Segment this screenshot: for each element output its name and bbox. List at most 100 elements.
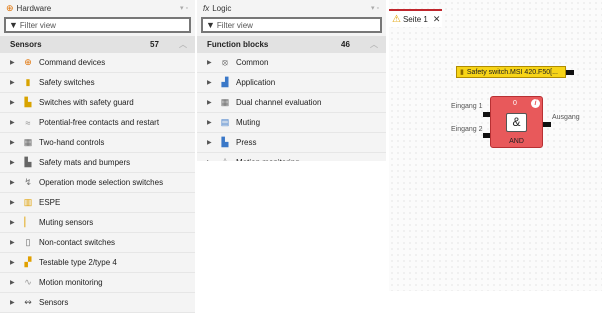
expand-icon[interactable]: ▶: [10, 139, 22, 146]
expand-icon[interactable]: ▶: [207, 119, 219, 126]
item-label: Sensors: [39, 298, 69, 307]
mode-switch-icon: ↯: [24, 177, 32, 187]
hardware-filter-placeholder[interactable]: Filter view: [20, 21, 56, 30]
item-label: Common: [236, 58, 269, 67]
item-label: Potential-free contacts and restart: [39, 118, 160, 127]
close-icon[interactable]: ✕: [433, 14, 441, 25]
expand-icon[interactable]: ▶: [207, 79, 219, 86]
expand-icon[interactable]: ▶: [207, 59, 219, 66]
item-label: Muting: [236, 118, 261, 127]
list-item[interactable]: ▶ ▙ Safety mats and bumpers: [0, 153, 195, 173]
press-icon: ▙: [221, 137, 229, 147]
item-label: Dual channel evaluation: [236, 98, 322, 107]
output-label: Ausgang: [552, 114, 580, 121]
espe-icon: ▥: [23, 197, 33, 207]
list-item[interactable]: ▶ ▤ Muting: [197, 113, 386, 133]
hardware-icon: ⊕: [6, 3, 14, 13]
expand-icon[interactable]: ▶: [207, 139, 219, 146]
list-item[interactable]: ▶ ≈ Potential-free contacts and restart: [0, 113, 195, 133]
item-label: Safety switches: [39, 78, 95, 87]
expand-icon[interactable]: ▶: [10, 239, 22, 246]
item-label: Non-contact switches: [39, 238, 116, 247]
list-item[interactable]: ▶ ▙ Switches with safety guard: [0, 93, 195, 113]
safety-switch-label: Safety switch.MSI 420.F50[...: [466, 68, 558, 76]
tab-seite-1[interactable]: ⚠ Seite 1 ✕: [389, 9, 442, 27]
chevron-up-icon[interactable]: ︿: [179, 39, 187, 50]
logic-title: Logic: [212, 4, 232, 13]
item-label: Two-hand controls: [39, 138, 105, 147]
list-item[interactable]: ▶ ▯ Non-contact switches: [0, 233, 195, 253]
item-label: ESPE: [39, 198, 61, 207]
logic-filter-placeholder[interactable]: Filter view: [217, 21, 253, 30]
expand-icon[interactable]: ▶: [10, 299, 22, 306]
pin-icon[interactable]: ▾ ▫: [371, 4, 379, 12]
pin-icon[interactable]: ▾ ▫: [180, 4, 188, 12]
non-contact-icon: ▯: [25, 237, 31, 247]
sensor-icon: ↭: [24, 297, 32, 307]
expand-icon[interactable]: ▶: [10, 219, 22, 226]
category-label: Function blocks: [207, 40, 269, 49]
hardware-list: ▶ ⊕ Command devices ▶ ▮ Safety switches ▶ ▙ Sw…: [0, 53, 195, 313]
motion-icon: ∿: [24, 277, 32, 287]
item-label: Application: [236, 78, 276, 87]
logic-list: ▶ ⦻ Common ▶ ▟ Application ▶ ▦ Dual channel ev…: [197, 53, 386, 173]
input-2-label: Eingang 2: [451, 126, 483, 133]
function-icon: fx: [203, 4, 210, 13]
expand-icon[interactable]: ▶: [10, 119, 22, 126]
category-label: Sensors: [10, 40, 42, 49]
command-device-icon: ⊕: [24, 57, 32, 67]
list-item[interactable]: ▶ ▮ Safety switches: [0, 73, 195, 93]
and-symbol: &: [506, 113, 527, 132]
expand-icon[interactable]: ▶: [10, 79, 22, 86]
category-function-blocks[interactable]: Function blocks 46 ︿: [197, 36, 386, 53]
item-label: Command devices: [39, 58, 106, 67]
warning-icon: ⚠: [392, 13, 401, 25]
list-item[interactable]: ▶ ▦ Dual channel evaluation: [197, 93, 386, 113]
list-item[interactable]: ▶ ▦ Two-hand controls: [0, 133, 195, 153]
expand-icon[interactable]: ▶: [207, 99, 219, 106]
safety-switch-icon: ▮: [25, 77, 31, 87]
category-sensors[interactable]: Sensors 57 ︿: [0, 36, 195, 53]
safety-switch-element[interactable]: ▮ Safety switch.MSI 420.F50[...: [456, 66, 574, 78]
item-label: Motion monitoring: [39, 278, 103, 287]
expand-icon[interactable]: ▶: [10, 159, 22, 166]
expand-icon[interactable]: ▶: [10, 59, 22, 66]
expand-icon[interactable]: ▶: [10, 179, 22, 186]
input-1-label: Eingang 1: [451, 103, 483, 110]
expand-icon[interactable]: ▶: [10, 259, 22, 266]
list-item[interactable]: ▶ ▥ ESPE: [0, 193, 195, 213]
output-connector[interactable]: [543, 122, 551, 127]
hardware-filter[interactable]: ▼ Filter view: [4, 17, 191, 33]
list-item[interactable]: ▶ ↯ Operation mode selection switches: [0, 173, 195, 193]
list-item[interactable]: ▶ ▞ Testable type 2/type 4: [0, 253, 195, 273]
list-item[interactable]: ▶ ▟ Application: [197, 73, 386, 93]
item-label: Operation mode selection switches: [39, 178, 164, 187]
output-connector[interactable]: [566, 70, 574, 75]
safety-switch-icon: ▮: [460, 69, 464, 76]
list-item[interactable]: ▶ ▙ Press: [197, 133, 386, 153]
hardware-panel: ⊕ Hardware ▾ ▫ ▼ Filter view Sensors 57 …: [0, 0, 195, 313]
item-label: Switches with safety guard: [39, 98, 134, 107]
and-block[interactable]: 0 i & AND: [490, 96, 543, 148]
muting-icon: ▤: [220, 117, 230, 127]
item-label: Press: [236, 138, 257, 147]
list-item[interactable]: ▶ ∿ Motion monitoring: [0, 273, 195, 293]
tab-label: Seite 1: [402, 14, 428, 24]
info-icon[interactable]: i: [531, 99, 540, 108]
expand-icon[interactable]: ▶: [10, 99, 22, 106]
hardware-title: Hardware: [16, 4, 52, 13]
filter-icon: ▼: [206, 20, 215, 30]
chevron-up-icon[interactable]: ︿: [370, 39, 378, 50]
two-hand-icon: ▦: [23, 137, 33, 147]
filter-icon: ▼: [9, 20, 18, 30]
hardware-header: ⊕ Hardware ▾ ▫: [0, 0, 195, 17]
expand-icon[interactable]: ▶: [10, 279, 22, 286]
item-label: Muting sensors: [39, 218, 94, 227]
list-item[interactable]: ▶ ⦻ Common: [197, 53, 386, 73]
safety-mat-icon: ▙: [24, 157, 32, 167]
expand-icon[interactable]: ▶: [10, 199, 22, 206]
list-item[interactable]: ▶ ↭ Sensors: [0, 293, 195, 313]
list-item[interactable]: ▶ ⊕ Command devices: [0, 53, 195, 73]
logic-filter[interactable]: ▼ Filter view: [201, 17, 382, 33]
list-item[interactable]: ▶ ▏ Muting sensors: [0, 213, 195, 233]
